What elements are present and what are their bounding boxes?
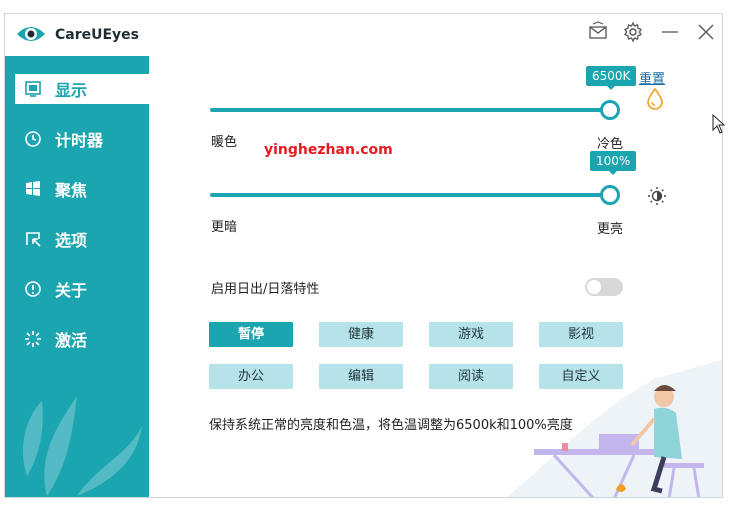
mode-office-button[interactable]: 办公 [209, 364, 293, 389]
gear-icon[interactable] [622, 21, 644, 43]
sidebar: 显示 计时器 聚焦 选项 关于 激活 [5, 56, 149, 497]
info-icon [23, 279, 43, 299]
sidebar-item-label: 激活 [55, 331, 88, 350]
display-panel: 6500K 重置 暖色 冷色 yinghezhan.com 100% 更暗 更亮… [149, 56, 722, 497]
brightness-value: 100% [590, 151, 637, 175]
close-icon[interactable] [695, 21, 717, 43]
sidebar-item-label: 显示 [55, 81, 88, 100]
sidebar-item-about[interactable]: 关于 [15, 274, 149, 304]
mode-edit-button[interactable]: 编辑 [319, 364, 403, 389]
eye-logo-icon [17, 27, 45, 41]
mouse-cursor-icon [712, 114, 726, 134]
clock-icon [23, 129, 43, 149]
sunrise-label: 启用日出/日落特性 [211, 282, 320, 297]
windows-icon [23, 179, 43, 199]
mode-pause-button[interactable]: 暂停 [209, 322, 293, 347]
sidebar-item-options[interactable]: 选项 [15, 224, 149, 254]
sidebar-item-label: 选项 [55, 231, 88, 250]
sidebar-item-focus[interactable]: 聚焦 [15, 174, 149, 204]
sidebar-item-label: 关于 [55, 281, 88, 300]
app-title: CareUEyes [55, 27, 140, 43]
activate-icon [23, 329, 43, 349]
color-temp-slider-thumb[interactable] [600, 100, 620, 120]
options-icon [23, 229, 43, 249]
leaf-decoration [22, 396, 142, 496]
sidebar-item-label: 聚焦 [55, 181, 88, 200]
sidebar-item-timer[interactable]: 计时器 [15, 124, 149, 154]
sidebar-item-activate[interactable]: 激活 [15, 324, 149, 354]
cool-label: 冷色 [597, 137, 624, 152]
color-temp-slider-track[interactable] [210, 108, 610, 112]
drop-icon [647, 88, 663, 110]
mode-health-button[interactable]: 健康 [319, 322, 403, 347]
watermark-text: yinghezhan.com [264, 142, 393, 158]
app-window: CareUEyes 显示 计时器 聚焦 选项 关于 激活 6500K 重置 暖色… [4, 13, 723, 498]
title-bar: CareUEyes [5, 14, 722, 56]
minimize-icon[interactable] [659, 21, 681, 43]
mail-icon[interactable] [587, 21, 609, 43]
brightness-icon [648, 187, 666, 205]
sidebar-item-label: 计时器 [55, 131, 104, 150]
reset-link[interactable]: 重置 [639, 68, 665, 87]
sidebar-item-display[interactable]: 显示 [15, 74, 149, 104]
mode-movie-button[interactable]: 影视 [539, 322, 623, 347]
brighter-label: 更亮 [597, 222, 624, 237]
color-temp-value: 6500K [586, 66, 637, 90]
warm-label: 暖色 [211, 135, 238, 150]
brightness-slider-track[interactable] [210, 193, 610, 197]
sunrise-toggle[interactable] [585, 278, 623, 296]
display-icon [23, 79, 43, 99]
person-at-desk-illustration [506, 359, 722, 497]
mode-read-button[interactable]: 阅读 [429, 364, 513, 389]
brightness-slider-thumb[interactable] [600, 185, 620, 205]
mode-game-button[interactable]: 游戏 [429, 322, 513, 347]
darker-label: 更暗 [211, 220, 238, 235]
toggle-knob [587, 280, 601, 294]
